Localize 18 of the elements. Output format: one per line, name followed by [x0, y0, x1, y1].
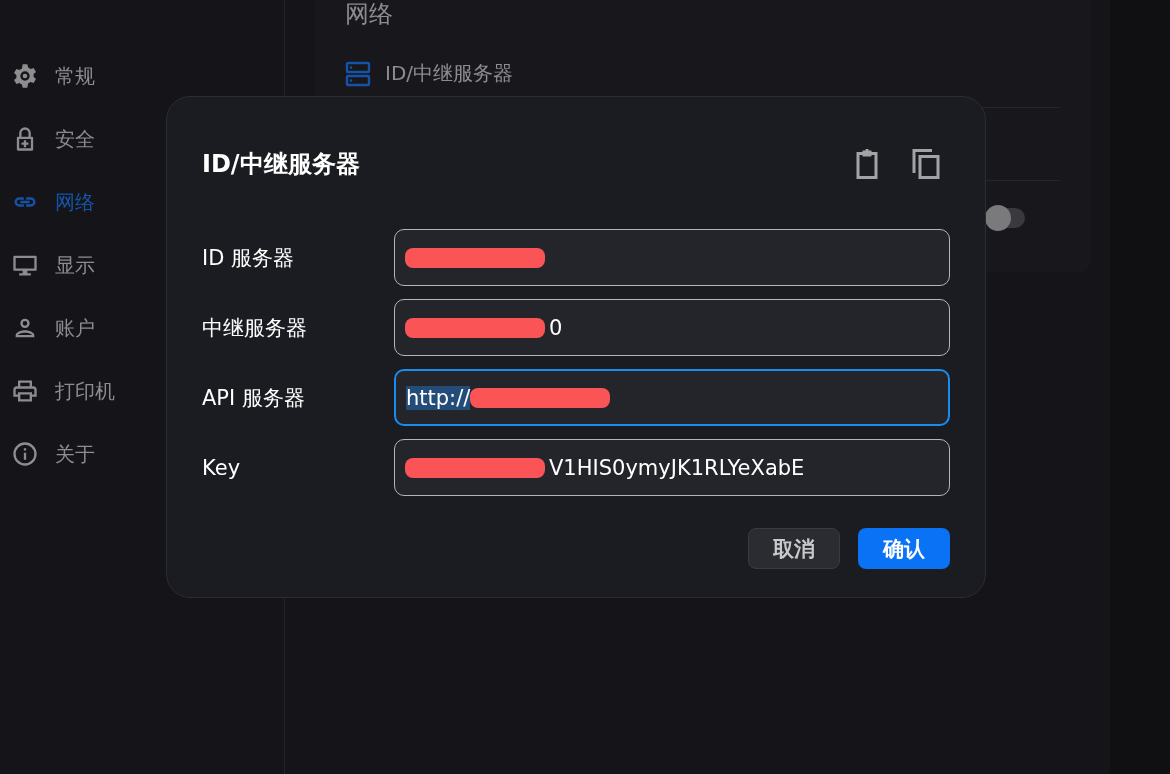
dialog-title: ID/中继服务器: [202, 149, 361, 180]
gear-icon: [11, 62, 39, 90]
toggle-switch[interactable]: [985, 205, 1025, 231]
server-icon: [345, 60, 371, 87]
input-field[interactable]: http://: [394, 369, 950, 426]
sidebar-item[interactable]: 常规: [0, 58, 284, 94]
field-label: Key: [202, 455, 242, 480]
confirm-button[interactable]: 确认: [858, 528, 950, 569]
input-field[interactable]: V1HIS0ymyJK1RLYeXabE: [394, 439, 950, 496]
cancel-button[interactable]: 取消: [748, 528, 840, 569]
field-label: 中继服务器: [202, 314, 308, 342]
setting-label: ID/中继服务器: [385, 60, 514, 87]
input-field[interactable]: 0: [394, 299, 950, 356]
section-heading: 网络: [345, 0, 394, 28]
field-label: ID 服务器: [202, 244, 296, 272]
input-field[interactable]: [394, 229, 950, 286]
info-icon: [11, 440, 39, 468]
field-label: API 服务器: [202, 384, 306, 412]
